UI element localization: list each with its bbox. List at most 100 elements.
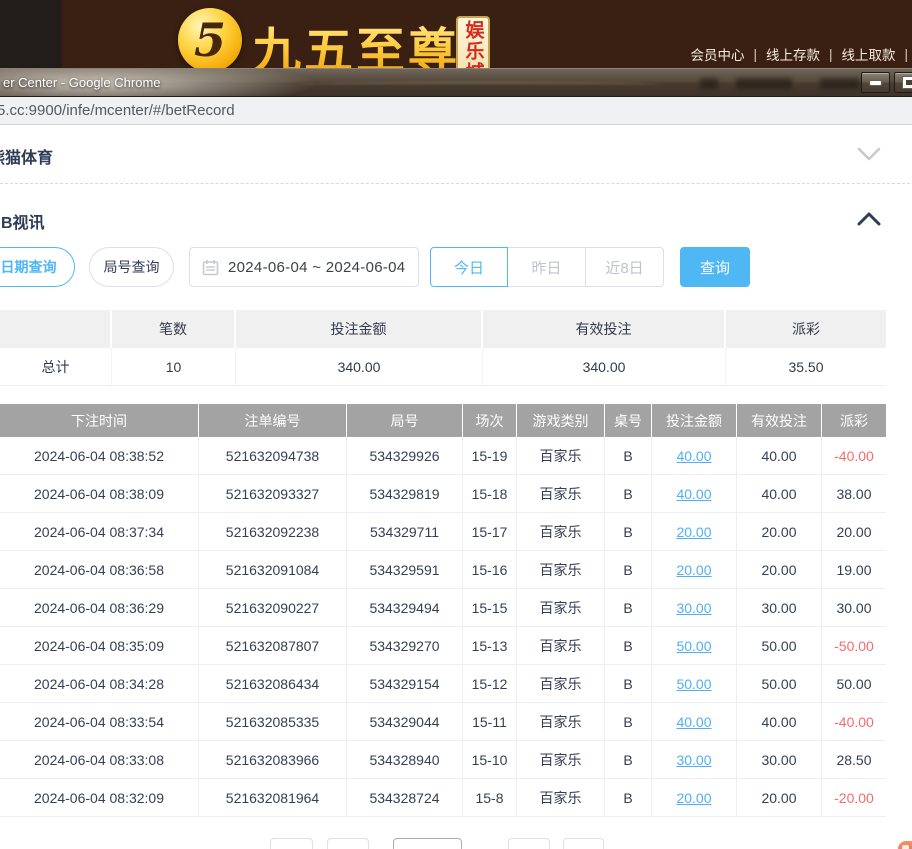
- cell-table-no: B: [605, 779, 652, 816]
- game-type-text: 百家乐: [539, 447, 582, 464]
- table-no-text: B: [623, 485, 633, 502]
- cell-valid-bet: 40.00: [737, 703, 822, 740]
- bet-amount-link[interactable]: 20.00: [676, 790, 711, 806]
- chevron-up-icon[interactable]: [856, 211, 882, 227]
- bet-amount-link[interactable]: 20.00: [676, 524, 711, 540]
- bet-amount-link[interactable]: 40.00: [676, 486, 711, 502]
- table-no-text: B: [623, 713, 633, 730]
- last-8-days-button[interactable]: 近8日: [585, 247, 664, 287]
- dashed-divider: [0, 183, 910, 184]
- cell-game-type: 百家乐: [517, 513, 605, 550]
- window-maximize-button[interactable]: [894, 72, 912, 93]
- section-panda-sports[interactable]: 熊猫体育: [0, 144, 53, 168]
- round-no-text: 534329270: [369, 637, 440, 654]
- today-button[interactable]: 今日: [430, 247, 508, 287]
- time-text: 2024-06-04 08:38:09: [34, 485, 164, 502]
- pagination-button[interactable]: [563, 838, 604, 849]
- valid-bet-text: 20.00: [761, 789, 797, 806]
- bet-amount-link[interactable]: 30.00: [676, 752, 711, 768]
- valid-bet-text: 30.00: [761, 599, 797, 616]
- payout-text: -50.00: [834, 637, 874, 654]
- cell-order-no: 521632087807: [199, 627, 347, 664]
- cell-order-no: 521632091084: [199, 551, 347, 588]
- table-no-text: B: [623, 789, 633, 806]
- table-row: 2024-06-04 08:38:52 521632094738 534329926…: [0, 437, 886, 475]
- valid-bet-text: 40.00: [761, 447, 797, 464]
- summary-header-row: 笔数 投注金额 有效投注 派彩: [0, 310, 886, 348]
- window-titlebar[interactable]: er Center - Google Chrome: [0, 68, 912, 97]
- time-text: 2024-06-04 08:32:09: [34, 789, 164, 806]
- search-button[interactable]: 查询: [680, 247, 750, 287]
- customer-service-float-button[interactable]: [898, 841, 912, 849]
- bet-amount-link[interactable]: 30.00: [676, 600, 711, 616]
- summary-total-label: 总计: [0, 348, 112, 385]
- cell-table-no: B: [605, 437, 652, 474]
- round-query-button[interactable]: 局号查询: [89, 247, 174, 287]
- summary-bet-amount-value: 340.00: [236, 348, 483, 385]
- table-no-text: B: [623, 675, 633, 692]
- cell-bet-amount: 30.00: [652, 741, 737, 778]
- summary-header-valid-bet: 有效投注: [483, 310, 726, 348]
- pagination-button[interactable]: [508, 838, 550, 849]
- yesterday-button[interactable]: 昨日: [507, 247, 586, 287]
- game-type-text: 百家乐: [539, 789, 582, 806]
- payout-text: 30.00: [836, 599, 872, 616]
- cell-payout: 38.00: [822, 475, 886, 512]
- cell-session: 15-19: [463, 437, 517, 474]
- summary-header-blank: [0, 310, 112, 348]
- cell-session: 15-15: [463, 589, 517, 626]
- nav-member-center[interactable]: 会员中心: [690, 44, 744, 64]
- cell-game-type: 百家乐: [517, 665, 605, 702]
- bet-amount-link[interactable]: 20.00: [676, 562, 711, 578]
- date-query-button[interactable]: 日期查询: [0, 247, 75, 287]
- game-type-text: 百家乐: [539, 637, 582, 654]
- cell-valid-bet: 30.00: [737, 589, 822, 626]
- time-text: 2024-06-04 08:37:34: [34, 523, 164, 540]
- payout-text: 50.00: [836, 675, 872, 692]
- redacted-text: [700, 78, 718, 89]
- bet-amount-link[interactable]: 50.00: [676, 676, 711, 692]
- order-no-text: 521632090227: [225, 599, 320, 616]
- chevron-down-icon[interactable]: [856, 146, 882, 162]
- bet-table-header: 下注时间 注单编号 局号 场次 游戏类别 桌号 投注金额 有效投注 派彩: [0, 404, 886, 437]
- round-no-text: 534328724: [369, 789, 440, 806]
- date-range-input[interactable]: 2024-06-04 ~ 2024-06-04: [189, 247, 419, 287]
- payout-text: -40.00: [834, 447, 874, 464]
- valid-bet-text: 50.00: [761, 637, 797, 654]
- window-minimize-button[interactable]: [861, 72, 890, 93]
- round-no-text: 534329494: [369, 599, 440, 616]
- game-type-text: 百家乐: [539, 713, 582, 730]
- nav-online-deposit[interactable]: 线上存款: [766, 44, 820, 64]
- round-no-text: 534329926: [369, 447, 440, 464]
- bet-amount-link[interactable]: 40.00: [676, 714, 711, 730]
- time-text: 2024-06-04 08:38:52: [34, 447, 164, 464]
- cell-order-no: 521632081964: [199, 779, 347, 816]
- game-type-text: 百家乐: [539, 599, 582, 616]
- window-title: er Center - Google Chrome: [3, 75, 161, 90]
- cell-order-no: 521632090227: [199, 589, 347, 626]
- cell-valid-bet: 30.00: [737, 741, 822, 778]
- cell-valid-bet: 20.00: [737, 551, 822, 588]
- bet-amount-link[interactable]: 50.00: [676, 638, 711, 654]
- cell-bet-amount: 50.00: [652, 627, 737, 664]
- pagination-page-select[interactable]: [393, 838, 462, 849]
- cell-payout: -50.00: [822, 627, 886, 664]
- cell-game-type: 百家乐: [517, 475, 605, 512]
- pagination-button[interactable]: [270, 838, 313, 849]
- valid-bet-text: 20.00: [761, 523, 797, 540]
- cell-time: 2024-06-04 08:38:09: [0, 475, 199, 512]
- game-type-text: 百家乐: [539, 523, 582, 540]
- table-row: 2024-06-04 08:33:08 521632083966 534328940…: [0, 741, 886, 779]
- cell-session: 15-12: [463, 665, 517, 702]
- browser-url-bar[interactable]: 5.cc:9900/infe/mcenter/#/betRecord: [0, 97, 912, 125]
- time-text: 2024-06-04 08:35:09: [34, 637, 164, 654]
- table-row: 2024-06-04 08:32:09 521632081964 534328724…: [0, 779, 886, 817]
- nav-online-withdraw[interactable]: 线上取款: [841, 44, 895, 64]
- cell-session: 15-17: [463, 513, 517, 550]
- round-no-text: 534329711: [369, 523, 440, 540]
- bet-amount-link[interactable]: 40.00: [676, 448, 711, 464]
- section-b-video[interactable]: B视讯: [1, 209, 45, 233]
- pagination-button[interactable]: [327, 838, 369, 849]
- cell-valid-bet: 50.00: [737, 665, 822, 702]
- cell-table-no: B: [605, 741, 652, 778]
